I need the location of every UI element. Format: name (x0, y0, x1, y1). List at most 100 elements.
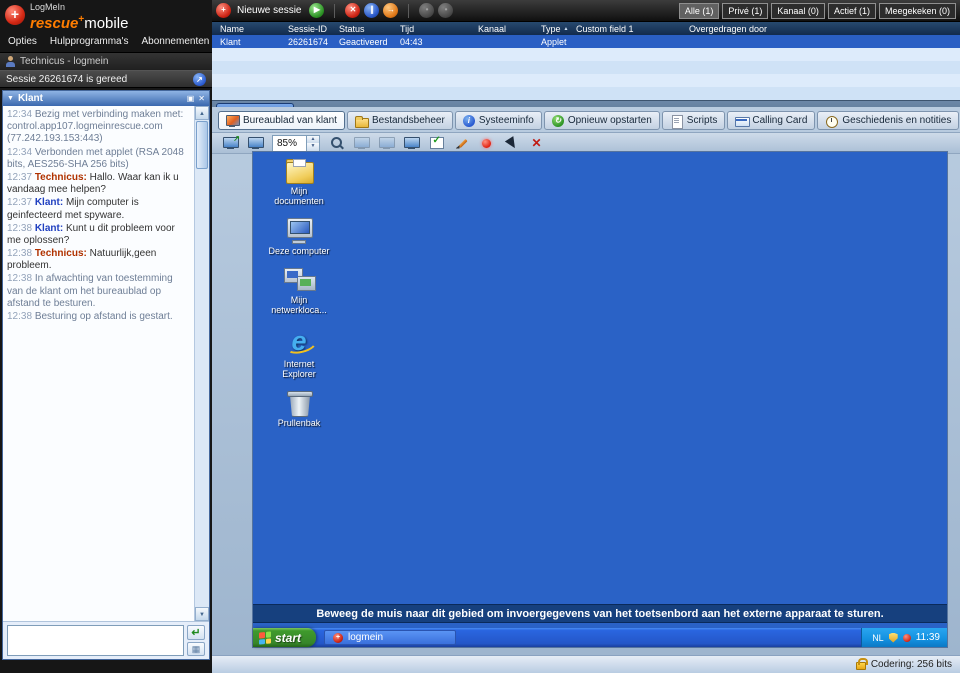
tab-opnieuw-opstarten[interactable]: ↻ Opnieuw opstarten (544, 111, 660, 130)
desktop-icon-label: Mijn netwerkloca... (267, 295, 331, 316)
transfer-session-icon[interactable]: → (383, 3, 398, 18)
tray-clock[interactable]: 11:39 (916, 632, 940, 643)
lock-icon (856, 662, 866, 670)
menu-abonnementen[interactable]: Abonnementen (142, 36, 210, 47)
menu-opties[interactable]: Opties (8, 36, 37, 47)
logmein-task-icon: + (333, 633, 343, 643)
ws-tab-label: Bestandsbeheer (372, 115, 445, 126)
logo-mobile-text: mobile (84, 15, 128, 32)
monitor-icon (248, 137, 263, 149)
laser-dot-icon (482, 139, 491, 148)
tab-bureaublad-van-klant[interactable]: Bureaublad van klant (218, 111, 345, 130)
column-custom-field-1[interactable]: Custom field 1 (576, 24, 689, 34)
cell-tijd: 04:43 (400, 37, 478, 47)
column-status[interactable]: Status (339, 24, 400, 34)
chat-message: 12:34 Bezig met verbinding maken met: co… (7, 109, 191, 146)
workspace-tabs: Bureaublad van klant Bestandsbeheer i Sy… (212, 107, 960, 132)
scroll-up-icon[interactable]: ▲ (195, 106, 209, 120)
pen-button[interactable] (451, 134, 472, 152)
zoom-select[interactable]: 85% ▲ ▼ (272, 135, 320, 152)
rescue-tray-icon[interactable] (903, 634, 911, 642)
column-sessie-id[interactable]: Sessie-ID (288, 24, 339, 34)
menu-hulpprogrammas[interactable]: Hulpprogramma's (50, 36, 129, 47)
remote-cursor-button[interactable] (501, 134, 522, 152)
laptop-button[interactable] (401, 134, 422, 152)
chat-message: 12:38 Klant: Kunt u dit probleem voor me… (7, 223, 191, 247)
chat-message-text: In afwachting van toestemming van de kla… (7, 273, 173, 308)
desktop-icon-deze-computer[interactable]: Deze computer (267, 218, 331, 256)
scroll-down-icon[interactable]: ▼ (195, 607, 209, 621)
special-keys-button[interactable]: ▦ (187, 642, 205, 656)
tab-scripts[interactable]: Scripts (662, 111, 726, 130)
network-places-icon (283, 267, 315, 293)
status-bar: Codering: 256 bits (212, 655, 960, 673)
monitors-button[interactable] (245, 134, 266, 152)
chat-message: 12:38 In afwachting van toestemming van … (7, 273, 191, 310)
send-message-button[interactable]: ↵ (187, 625, 205, 640)
chat-close-icon[interactable]: ✕ (198, 94, 205, 103)
remote-desktop-screen[interactable]: Mijn documenten Deze computer Mijn netwe… (252, 151, 948, 648)
desktop-icon-mijn-documenten[interactable]: Mijn documenten (267, 158, 331, 207)
tab-calling-card[interactable]: Calling Card (727, 111, 815, 130)
end-session-icon[interactable]: ✕ (345, 3, 360, 18)
filter-actief[interactable]: Actief (1) (828, 3, 876, 19)
whiteboard-button[interactable]: ✓ (426, 134, 447, 152)
view-options-button[interactable]: ↗ (220, 134, 241, 152)
tab-geschiedenis-en-notities[interactable]: Geschiedenis en notities (817, 111, 959, 130)
filter-prive[interactable]: Privé (1) (722, 3, 768, 19)
magnifier-button[interactable] (326, 134, 347, 152)
magnifier-icon (330, 136, 344, 150)
column-kanaal[interactable]: Kanaal (478, 24, 541, 34)
calling-card-icon (735, 115, 748, 127)
recycle-bin-icon (287, 390, 311, 416)
column-overgedragen-door[interactable]: Overgedragen door (689, 24, 960, 34)
filter-kanaal[interactable]: Kanaal (0) (771, 3, 825, 19)
chat-titlebar[interactable]: ▼ Klant ▣ ✕ (3, 91, 209, 106)
column-type[interactable]: Type ▲ (541, 24, 576, 34)
info-icon: i (463, 115, 475, 127)
session-ready-text: Sessie 26261674 is gereed (6, 74, 127, 85)
chat-message: 12:37 Klant: Mijn computer is geinfectee… (7, 197, 191, 221)
start-button[interactable]: start (253, 628, 316, 647)
desktop-icon-mijn-netwerklocaties[interactable]: Mijn netwerkloca... (267, 267, 331, 316)
new-session-icon[interactable]: + (216, 3, 231, 18)
chat-popout-icon[interactable]: ▣ (187, 94, 195, 103)
network-screen-1 (287, 271, 298, 278)
chevron-down-icon[interactable]: ▼ (7, 91, 14, 106)
security-shield-icon[interactable] (889, 633, 898, 643)
tab-bestandsbeheer[interactable]: Bestandsbeheer (347, 111, 453, 130)
record-session-icon: • (438, 3, 453, 18)
end-remote-control-button[interactable]: ✕ (526, 134, 547, 152)
scrollbar-thumb[interactable] (196, 121, 208, 169)
keyboard-hint-bar[interactable]: Beweeg de muis naar dit gebied om invoer… (253, 604, 947, 623)
taskbar-item-logmein[interactable]: + logmein (324, 630, 456, 645)
table-row-selected[interactable]: Klant 26261674 Geactiveerd 04:43 Applet (212, 35, 960, 48)
desktop-icon-prullenbak[interactable]: Prullenbak (267, 390, 331, 428)
new-session-label[interactable]: Nieuwe sessie (237, 5, 301, 16)
chat-input[interactable] (7, 625, 184, 656)
chat-scrollbar[interactable]: ▲ ▼ (194, 106, 209, 621)
whiteboard-check-icon: ✓ (430, 137, 444, 149)
start-session-icon[interactable]: ▶ (309, 3, 324, 18)
zoom-down-icon[interactable]: ▼ (307, 143, 319, 151)
xp-taskbar: start + logmein NL 11:39 (253, 628, 947, 647)
zoom-value[interactable]: 85% (273, 136, 306, 151)
zoom-up-icon[interactable]: ▲ (307, 136, 319, 144)
column-tijd[interactable]: Tijd (400, 24, 478, 34)
filter-meegekeken[interactable]: Meegekeken (0) (879, 3, 956, 19)
monitor-arrow-icon: ↗ (223, 137, 238, 149)
main-menubar: Opties Hulpprogramma's Abonnementen (0, 32, 212, 52)
brand-rescue-mobile-logo: rescue+mobile (30, 12, 212, 31)
keyboard-language-indicator[interactable]: NL (872, 633, 884, 643)
session-table-header: Name Sessie-ID Status Tijd Kanaal Type ▲… (212, 22, 960, 35)
chat-log[interactable]: 12:34 Bezig met verbinding maken met: co… (3, 106, 209, 621)
desktop-icon-internet-explorer[interactable]: e Internet Explorer (267, 327, 331, 380)
column-name[interactable]: Name (220, 24, 288, 34)
screen-capture-button (351, 134, 372, 152)
tab-systeeminfo[interactable]: i Systeeminfo (455, 111, 542, 130)
laser-pointer-button[interactable] (476, 134, 497, 152)
keyboard-hint-text: Beweeg de muis naar dit gebied om invoer… (316, 608, 883, 620)
hold-session-icon[interactable]: ∥ (364, 3, 379, 18)
filter-alle[interactable]: Alle (1) (679, 3, 720, 19)
chat-input-row: ↵ ▦ (3, 621, 209, 659)
